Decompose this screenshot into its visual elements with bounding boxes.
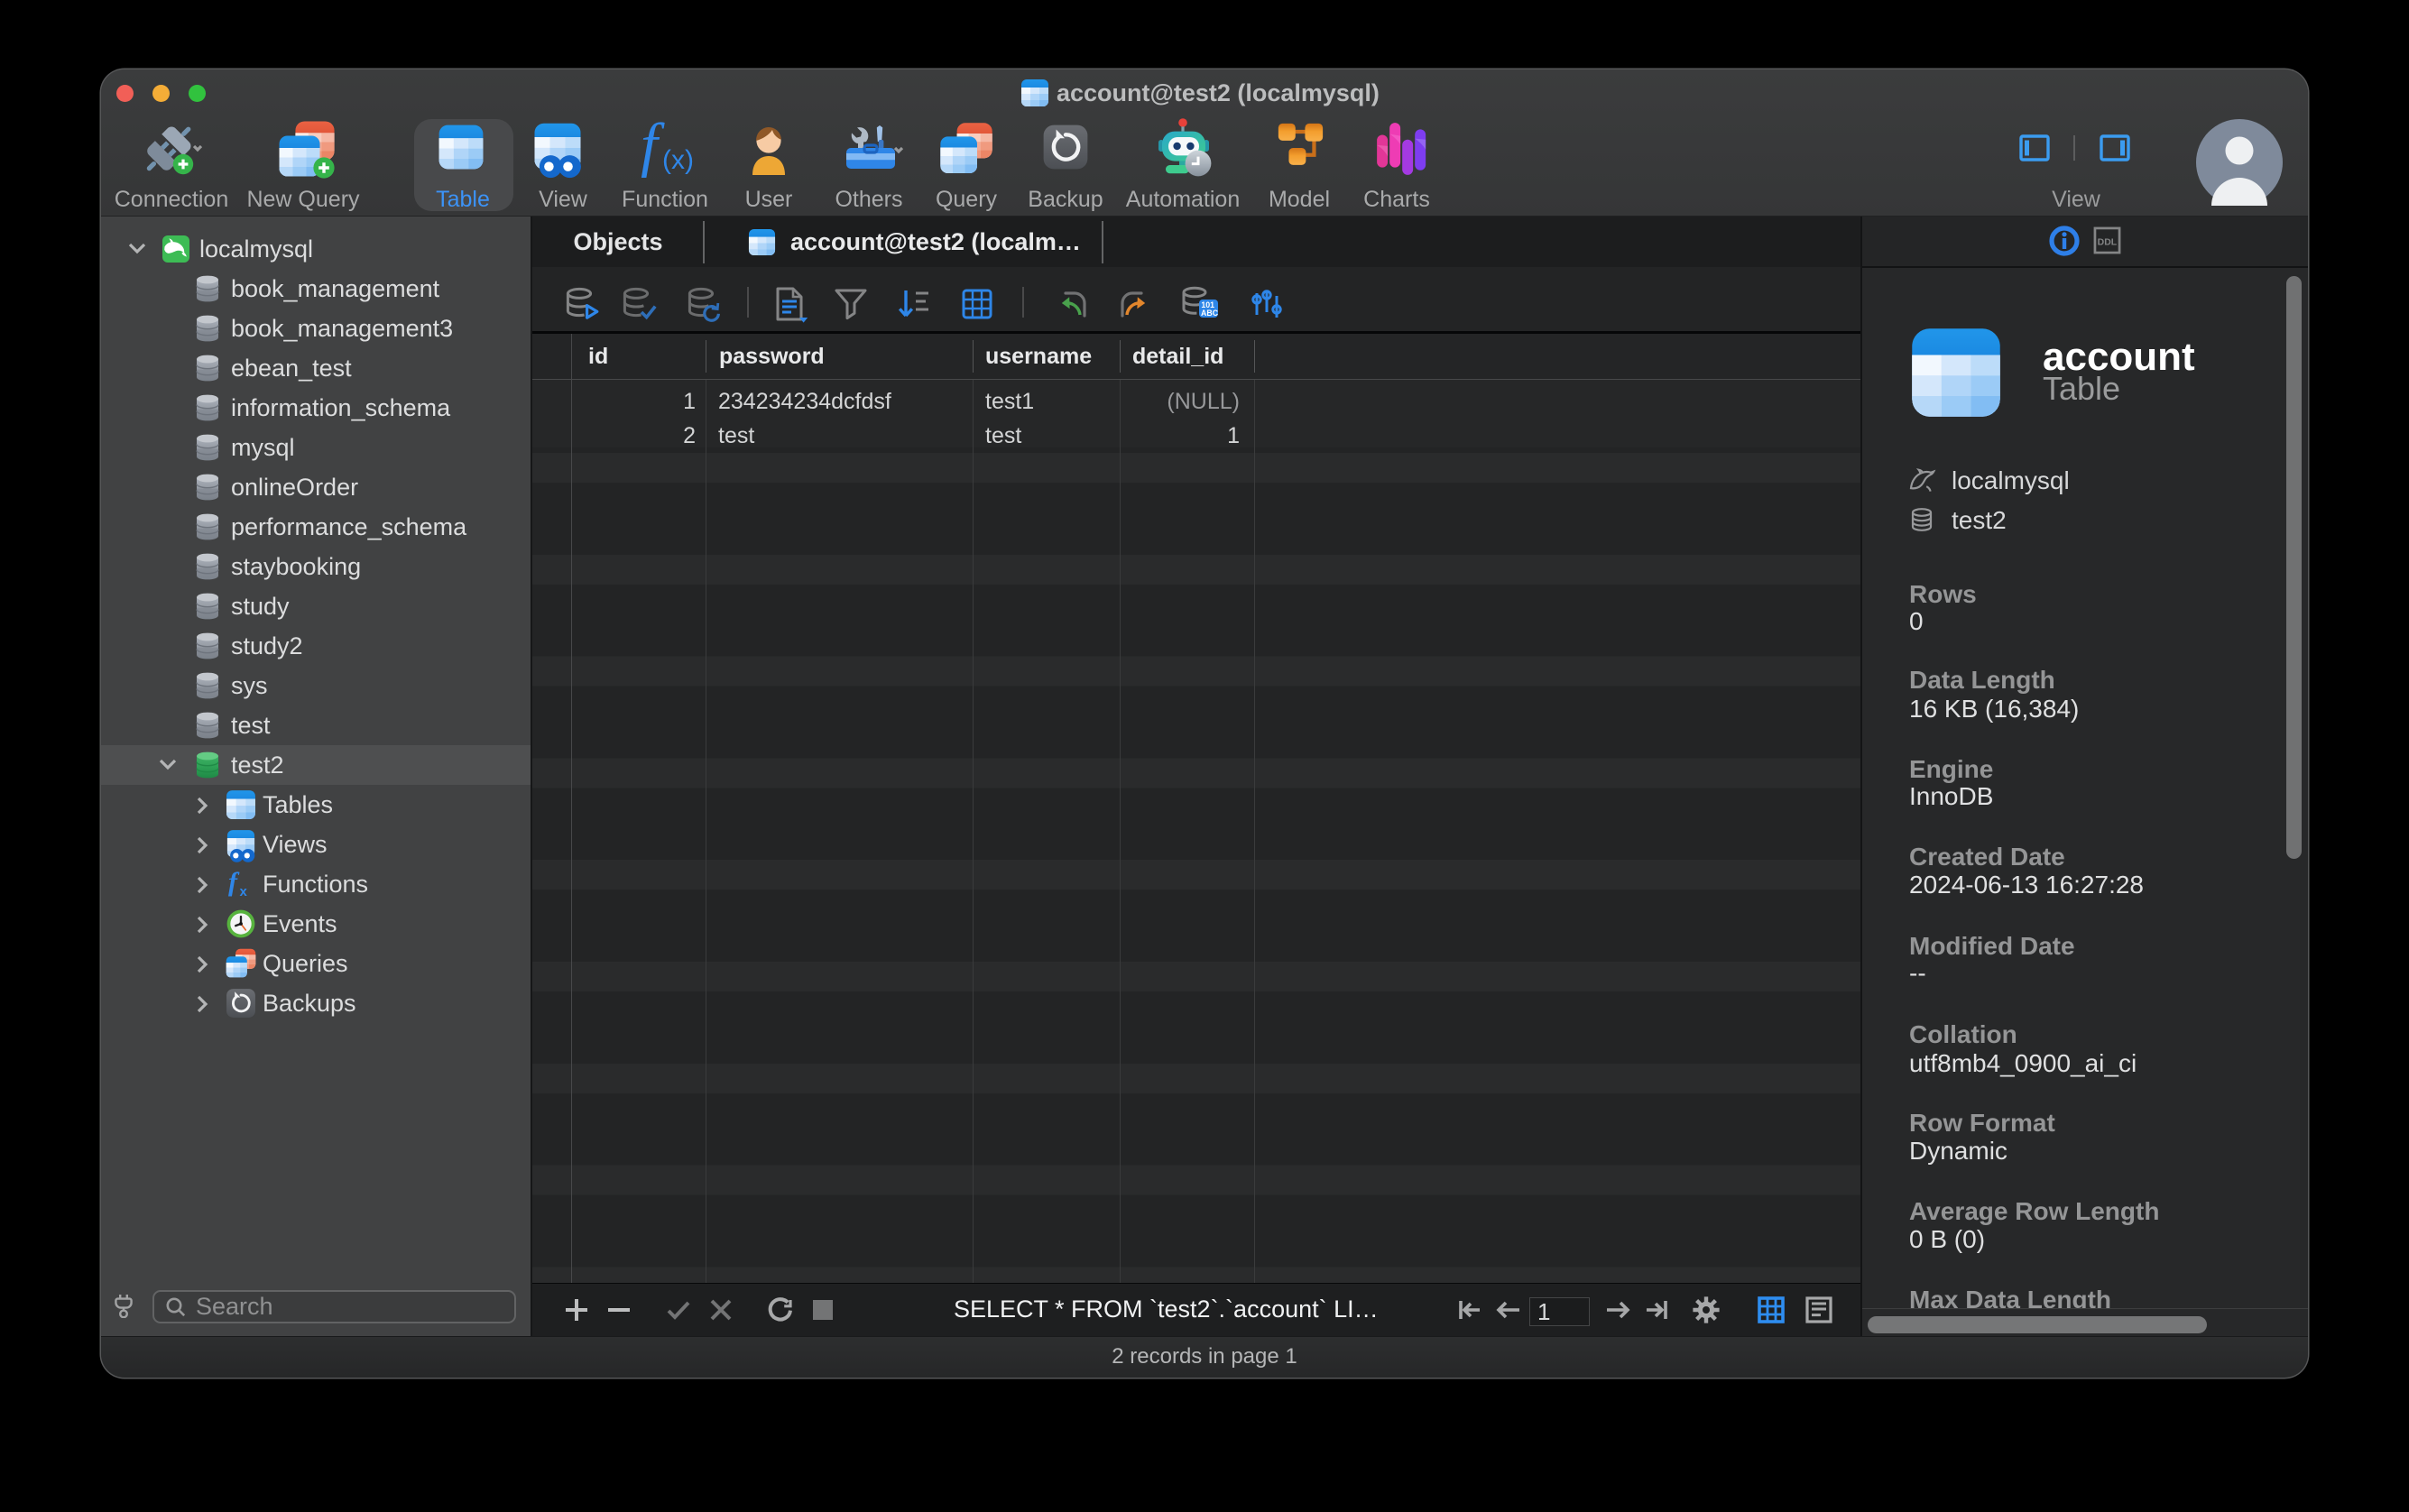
svg-text:x: x [240,884,248,899]
svg-text:ABC: ABC [1201,309,1219,318]
svg-text:f: f [641,122,665,178]
svg-text:f: f [228,869,240,897]
svg-text:(x): (x) [662,145,693,175]
svg-text:DDL: DDL [2098,238,2118,248]
